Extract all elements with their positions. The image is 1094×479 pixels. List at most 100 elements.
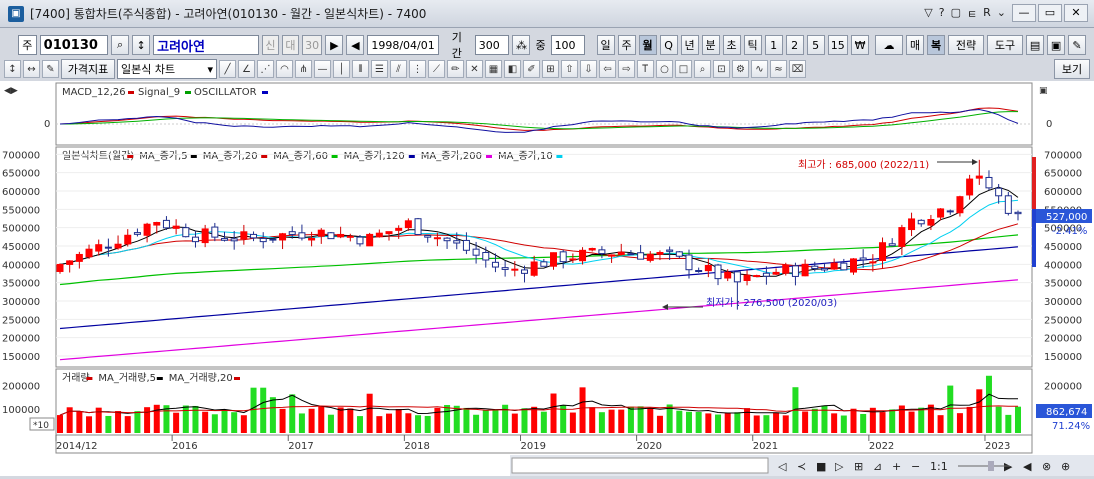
minimize-button[interactable]: — [1012,4,1036,22]
pencil-tool-icon[interactable]: ✏ [447,60,464,78]
volume-legend-swatch [86,377,93,380]
market-select[interactable]: 주 [18,35,37,55]
search-icon[interactable]: ⌕ [111,35,130,55]
play-left-button[interactable]: ◀ [346,35,365,55]
pin-icon[interactable]: ▽ [924,6,932,22]
bottom-control-4[interactable]: ⊞ [854,460,863,473]
draw-edit-icon[interactable]: ✐ [523,60,540,78]
cross-tool-icon[interactable]: ✕ [466,60,483,78]
help-icon[interactable]: ? [939,6,945,22]
dropdown-icon[interactable]: ⌄ [997,6,1006,22]
fibo-tool-icon[interactable]: ☰ [371,60,388,78]
interval-5[interactable]: 5 [806,35,825,55]
bottom-control-10[interactable]: ◀ [1023,460,1032,473]
bottom-control-2[interactable]: ■ [816,460,826,473]
text-icon[interactable]: ㅌ [967,6,977,22]
chart-area[interactable]: ◀▶ ▣ MACD_12,26 Signal_9 OSCILLATOR 0 0 … [0,81,1094,476]
pane-menu-icon[interactable]: ▣ [1039,86,1048,96]
bottom-control-12[interactable]: ⊕ [1061,460,1070,473]
strategy-button[interactable]: 전략 [948,35,985,55]
vline-tool-icon[interactable]: │ [333,60,350,78]
gann-tool-icon[interactable]: ⫴ [352,60,369,78]
stock-code-input[interactable]: 010130 [39,35,109,55]
arrow-updown-icon[interactable]: ↕ [4,60,21,78]
line-tool-icon[interactable]: ╱ [219,60,236,78]
settings-icon[interactable]: ⚙ [732,60,749,78]
color-icon[interactable]: ◧ [504,60,521,78]
ray-tool-icon[interactable]: ⋔ [295,60,312,78]
maximize-button[interactable]: ▭ [1038,4,1062,22]
cycle-tool-icon[interactable]: ⋮ [409,60,426,78]
window-icon[interactable]: ▢ [951,6,961,22]
interval-15[interactable]: 15 [827,35,849,55]
right-arrow-icon[interactable]: ⇨ [618,60,635,78]
arrow-leftright-icon[interactable]: ↔ [23,60,40,78]
chart-svg[interactable]: ◀▶ ▣ MACD_12,26 Signal_9 OSCILLATOR 0 0 … [0,81,1094,476]
interval-month[interactable]: 월 [638,35,657,55]
buy-sell-button[interactable]: 매 [906,35,925,55]
save-icon[interactable]: ▣ [1047,35,1066,55]
palette-icon[interactable]: ▦ [485,60,502,78]
date-input[interactable]: 1998/04/01 [367,35,439,55]
fan-tool-icon[interactable]: ⋰ [257,60,274,78]
bottom-control-8[interactable]: 1:1 [930,460,948,473]
interval-2[interactable]: 2 [785,35,804,55]
cloud-icon[interactable]: ☁ [875,35,904,55]
angle-tool-icon[interactable]: ∠ [238,60,255,78]
hline-tool-icon[interactable]: — [314,60,331,78]
chart-type-select[interactable]: 일본식 차트 ▾ [117,59,217,79]
interval-tick[interactable]: 틱 [743,35,762,55]
zoom-tool-icon[interactable]: ⌕ [694,60,711,78]
r-icon[interactable]: R [983,6,991,22]
edit-icon[interactable]: ✎ [42,60,59,78]
interval-minute[interactable]: 분 [701,35,720,55]
candle-body [143,223,151,236]
channel-tool-icon[interactable]: ⫽ [390,60,407,78]
high-annotation: 최고가 : 685,000 (2022/11) [798,159,929,171]
delete-icon[interactable]: ⌧ [789,60,806,78]
period-input[interactable]: 300 [474,35,510,55]
wave2-icon[interactable]: ≈ [770,60,787,78]
price-indicator-button[interactable]: 가격지표 [61,59,115,79]
folder-icon[interactable]: ▤ [1026,35,1045,55]
interval-day[interactable]: 일 [596,35,615,55]
wave-icon[interactable]: ∿ [751,60,768,78]
bottom-control-1[interactable]: ≺ [797,460,806,473]
zoom-reset-icon[interactable]: ⊡ [713,60,730,78]
candle-body [956,196,964,214]
bottom-control-11[interactable]: ⊗ [1042,460,1051,473]
trend-tool-icon[interactable]: ⟋ [428,60,445,78]
circle-tool-icon[interactable]: ○ [656,60,673,78]
arc-tool-icon[interactable]: ◠ [276,60,293,78]
volume-tick-right: 200000 [1044,381,1082,392]
bottom-control-0[interactable]: ◁ [778,460,787,473]
close-button[interactable]: ✕ [1064,4,1088,22]
bottom-control-3[interactable]: ▷ [835,460,844,473]
grid-icon[interactable]: ⁂ [512,35,531,55]
currency-icon[interactable]: ₩ [851,35,870,55]
view-button[interactable]: 보기 [1054,59,1090,79]
collapse-left-icon[interactable]: ◀▶ [4,86,18,96]
bottom-control-5[interactable]: ⊿ [873,460,882,473]
sort-icon[interactable]: ↕ [132,35,151,55]
table-icon[interactable]: ⊞ [542,60,559,78]
interval-second[interactable]: 초 [722,35,741,55]
volume-legend-item: 거래량 [62,372,90,384]
bottom-control-7[interactable]: − [911,460,920,473]
interval-1[interactable]: 1 [764,35,783,55]
wrench-icon[interactable]: ✎ [1068,35,1087,55]
count-input[interactable]: 100 [550,35,586,55]
candle-body [637,252,645,260]
interval-week[interactable]: 주 [617,35,636,55]
bottom-control-6[interactable]: + [892,460,901,473]
play-right-button[interactable]: ▶ [325,35,344,55]
interval-year[interactable]: 년 [680,35,699,55]
interval-quarter[interactable]: Q [659,35,678,55]
tools-button[interactable]: 도구 [987,35,1024,55]
left-arrow-icon[interactable]: ⇦ [599,60,616,78]
compound-button[interactable]: 복 [927,35,946,55]
down-arrow-icon[interactable]: ⇩ [580,60,597,78]
rect-tool-icon[interactable]: □ [675,60,692,78]
up-arrow-icon[interactable]: ⇧ [561,60,578,78]
text-tool-icon[interactable]: Ꭲ [637,60,654,78]
